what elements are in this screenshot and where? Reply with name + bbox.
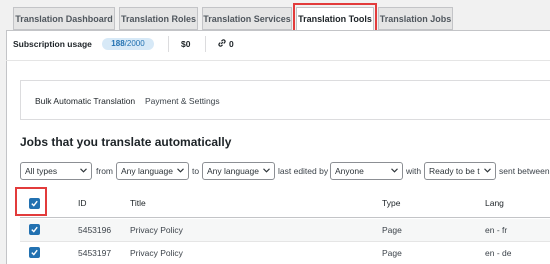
chevron-down-icon: [177, 168, 184, 173]
jobs-table: ID Title Type Lang 5453196 Privacy Polic…: [20, 188, 550, 264]
last-edited-by-label: last edited by: [278, 166, 329, 176]
divider: [205, 36, 206, 52]
subscription-usage-label: Subscription usage: [13, 39, 92, 49]
column-header-lang[interactable]: Lang: [485, 197, 504, 209]
link-icon: [218, 39, 226, 47]
subtab-bulk-automatic-translation[interactable]: Bulk Automatic Translation: [35, 95, 135, 107]
usage-links: 0: [229, 39, 234, 49]
table-row[interactable]: 5453197 Privacy Policy Page en - de: [20, 242, 550, 264]
column-header-id[interactable]: ID: [78, 197, 87, 209]
tab-translation-tools[interactable]: Translation Tools: [296, 7, 374, 31]
tab-bar: Translation Dashboard Translation Roles …: [0, 0, 550, 31]
checkmark-icon: [31, 249, 38, 256]
section-title: Jobs that you translate automatically: [20, 135, 232, 149]
from-language-select[interactable]: Any language: [116, 162, 189, 180]
type-select-value: All types: [25, 166, 58, 176]
editor-select[interactable]: Anyone: [330, 162, 403, 180]
checkmark-icon: [31, 226, 38, 233]
from-label: from: [96, 166, 113, 176]
from-language-value: Any language: [121, 166, 173, 176]
type-select[interactable]: All types: [20, 162, 92, 180]
row-id: 5453196: [78, 225, 112, 235]
select-all-checkbox[interactable]: [29, 198, 40, 209]
column-header-type[interactable]: Type: [382, 197, 400, 209]
tab-translation-roles[interactable]: Translation Roles: [119, 7, 198, 30]
status-select[interactable]: Ready to be t: [424, 162, 496, 180]
tab-translation-services[interactable]: Translation Services: [202, 7, 292, 30]
row-id: 5453197: [78, 248, 112, 258]
row-checkbox[interactable]: [29, 224, 40, 235]
usage-badge: 188/2000: [102, 38, 154, 50]
tab-translation-dashboard[interactable]: Translation Dashboard: [13, 7, 115, 30]
status-select-value: Ready to be t: [429, 166, 480, 176]
row-title: Privacy Policy: [130, 248, 183, 258]
tab-translation-jobs[interactable]: Translation Jobs: [378, 7, 453, 30]
to-language-select[interactable]: Any language: [202, 162, 275, 180]
usage-limit: /2000: [124, 39, 145, 48]
table-row[interactable]: 5453196 Privacy Policy Page en - fr: [20, 219, 550, 242]
divider: [6, 60, 550, 61]
checkmark-icon: [31, 200, 38, 207]
filter-bar: All types from Any language to Any langu…: [20, 162, 550, 180]
chevron-down-icon: [80, 168, 87, 173]
row-type: Page: [382, 248, 402, 258]
row-checkbox[interactable]: [29, 247, 40, 258]
subtab-container: Bulk Automatic Translation Payment & Set…: [20, 80, 550, 120]
sent-between-label: sent between: [499, 166, 550, 176]
table-header: ID Title Type Lang: [20, 188, 550, 218]
editor-select-value: Anyone: [335, 166, 364, 176]
divider: [168, 36, 169, 52]
column-header-title[interactable]: Title: [130, 197, 146, 209]
row-lang: en - fr: [485, 225, 508, 235]
row-type: Page: [382, 225, 402, 235]
usage-used: 188: [111, 39, 125, 48]
to-language-value: Any language: [207, 166, 259, 176]
chevron-down-icon: [263, 168, 270, 173]
row-lang: en - de: [485, 248, 512, 258]
to-label: to: [192, 166, 200, 176]
chevron-down-icon: [391, 168, 398, 173]
chevron-down-icon: [484, 168, 491, 173]
subtab-payment-settings[interactable]: Payment & Settings: [145, 95, 220, 107]
with-label: with: [406, 166, 422, 176]
row-title: Privacy Policy: [130, 225, 183, 235]
usage-cost: $0: [181, 39, 191, 49]
